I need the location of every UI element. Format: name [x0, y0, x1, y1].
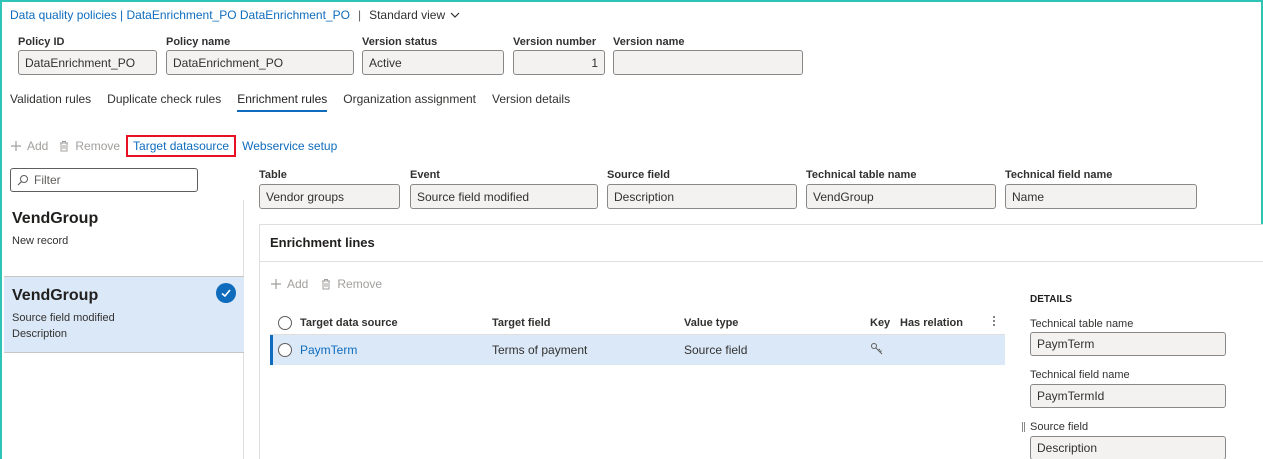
- row-select-cell[interactable]: [273, 343, 300, 357]
- action-bar: Add Remove Target datasource Webservice …: [10, 134, 347, 158]
- select-all-radio[interactable]: [278, 315, 292, 330]
- table-label: Table: [259, 169, 287, 181]
- table-row[interactable]: PaymTerm Terms of payment Source field: [270, 335, 1005, 365]
- webservice-setup-button[interactable]: Webservice setup: [242, 139, 337, 153]
- version-number-field[interactable]: 1: [513, 50, 605, 75]
- select-all-cell[interactable]: [270, 315, 300, 330]
- technical-table-name-label: Technical table name: [806, 169, 917, 181]
- lines-add-label: Add: [287, 277, 309, 291]
- policy-name-field[interactable]: DataEnrichment_PO: [166, 50, 354, 75]
- col-value-type[interactable]: Value type: [684, 317, 870, 329]
- record-event: Source field modified: [12, 312, 115, 324]
- main-pane: Enrichment lines Add Remove Target data …: [249, 200, 1263, 459]
- list-item-selected[interactable]: VendGroup Source field modified Descript…: [4, 276, 244, 353]
- col-target-data-source[interactable]: Target data source: [300, 317, 492, 329]
- enrichment-lines-card: Enrichment lines Add Remove Target data …: [259, 224, 1263, 459]
- record-name: VendGroup: [12, 287, 99, 304]
- technical-field-name-label: Technical field name: [1005, 169, 1113, 181]
- chevron-down-icon: [450, 10, 460, 20]
- view-label: Standard view: [369, 8, 446, 22]
- remove-button-label: Remove: [75, 139, 121, 153]
- source-field-label: Source field: [607, 169, 670, 181]
- add-button-label: Add: [27, 139, 49, 153]
- key-icon: [870, 342, 900, 359]
- enrichment-lines-title: Enrichment lines: [270, 235, 375, 250]
- list-item[interactable]: VendGroup New record: [4, 200, 244, 276]
- record-event: New record: [12, 235, 69, 247]
- row-target-data-source[interactable]: PaymTerm: [300, 343, 492, 357]
- record-name: VendGroup: [12, 210, 99, 227]
- tab-bar: Validation rules Duplicate check rules E…: [10, 92, 586, 112]
- filter-placeholder: Filter: [34, 173, 61, 187]
- remove-button[interactable]: Remove: [58, 139, 120, 153]
- col-target-field[interactable]: Target field: [492, 317, 684, 329]
- col-has-relation[interactable]: Has relation: [900, 317, 984, 329]
- add-button[interactable]: Add: [10, 139, 48, 153]
- search-icon: [17, 174, 29, 186]
- more-vertical-icon[interactable]: [984, 315, 1004, 330]
- policy-id-field[interactable]: DataEnrichment_PO: [18, 50, 157, 75]
- details-technical-table-name-field[interactable]: PaymTerm: [1030, 332, 1226, 356]
- details-technical-field-name-label: Technical field name: [1030, 369, 1130, 381]
- lines-action-bar: Add Remove: [270, 277, 394, 291]
- row-value-type: Source field: [684, 343, 748, 357]
- row-target-field: Terms of payment: [492, 343, 588, 357]
- filter-input[interactable]: Filter: [10, 168, 198, 192]
- version-status-label: Version status: [362, 36, 438, 48]
- trash-icon: [320, 278, 332, 290]
- title-bar: Data quality policies | DataEnrichment_P…: [10, 7, 460, 23]
- record-source-field: Description: [12, 328, 68, 340]
- details-technical-table-name-label: Technical table name: [1030, 318, 1134, 330]
- view-selector[interactable]: Standard view: [369, 8, 460, 22]
- plus-icon: [270, 278, 282, 290]
- details-panel: DETAILS Technical table name PaymTerm Te…: [1030, 294, 1260, 459]
- details-technical-field-name-field[interactable]: PaymTermId: [1030, 384, 1226, 408]
- divider: [260, 261, 1263, 262]
- tab-duplicate-check-rules[interactable]: Duplicate check rules: [107, 92, 221, 112]
- lines-remove-label: Remove: [337, 277, 383, 291]
- version-number-label: Version number: [513, 36, 597, 48]
- version-name-label: Version name: [613, 36, 685, 48]
- pane-splitter[interactable]: [1022, 422, 1025, 432]
- tab-validation-rules[interactable]: Validation rules: [10, 92, 91, 112]
- title-separator: |: [357, 8, 362, 22]
- checkmark-icon: [216, 283, 236, 303]
- policy-name-label: Policy name: [166, 36, 231, 48]
- breadcrumb[interactable]: Data quality policies | DataEnrichment_P…: [10, 8, 350, 22]
- grid-header: Target data source Target field Value ty…: [270, 311, 1005, 335]
- plus-icon: [10, 140, 22, 152]
- row-select-radio[interactable]: [278, 343, 292, 357]
- details-header: DETAILS: [1030, 294, 1073, 305]
- version-name-field[interactable]: [613, 50, 803, 75]
- col-key[interactable]: Key: [870, 317, 900, 329]
- tab-version-details[interactable]: Version details: [492, 92, 570, 112]
- lines-remove-button[interactable]: Remove: [320, 277, 382, 291]
- version-status-field[interactable]: Active: [362, 50, 504, 75]
- enrichment-lines-grid: Target data source Target field Value ty…: [270, 311, 1005, 365]
- target-datasource-button[interactable]: Target datasource: [126, 135, 237, 157]
- record-list: VendGroup New record VendGroup Source fi…: [4, 200, 244, 459]
- event-label: Event: [410, 169, 440, 181]
- tab-enrichment-rules[interactable]: Enrichment rules: [237, 92, 328, 112]
- policy-id-label: Policy ID: [18, 36, 65, 48]
- tab-organization-assignment[interactable]: Organization assignment: [343, 92, 476, 112]
- details-source-field-field[interactable]: Description: [1030, 436, 1226, 459]
- details-source-field-label: Source field: [1030, 421, 1089, 433]
- lines-add-button[interactable]: Add: [270, 277, 308, 291]
- trash-icon: [58, 140, 70, 152]
